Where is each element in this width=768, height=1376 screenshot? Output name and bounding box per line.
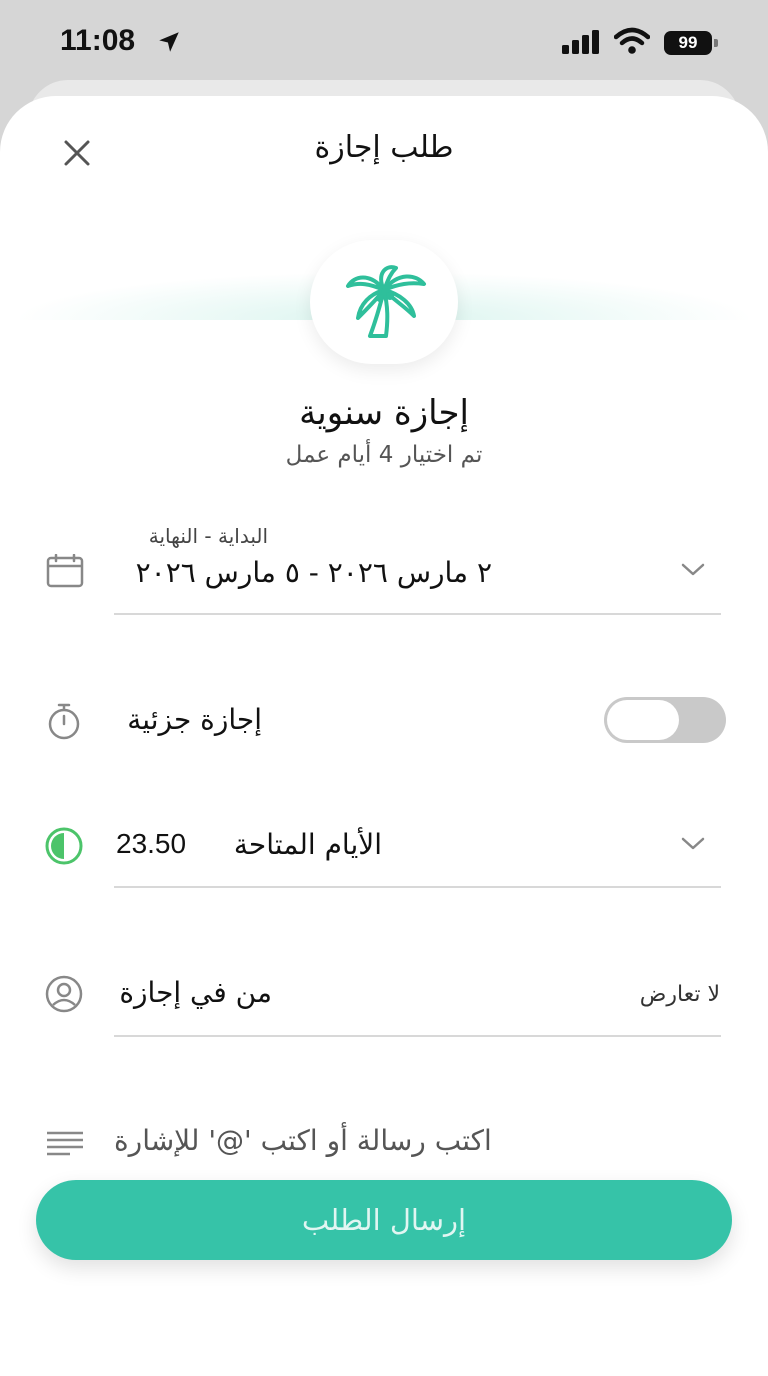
divider bbox=[114, 1035, 721, 1037]
status-bar: 11:08 99 bbox=[0, 0, 768, 84]
date-range-label: البداية - النهاية bbox=[148, 524, 268, 548]
battery-indicator: 99 bbox=[664, 31, 720, 57]
page-title: طلب إجازة bbox=[314, 130, 454, 165]
available-days-value: 23.50 bbox=[116, 828, 187, 859]
message-input[interactable]: اكتب رسالة أو اكتب '@' للإشارة bbox=[114, 1124, 492, 1157]
status-time: 11:08 bbox=[60, 24, 136, 57]
partial-leave-label: إجازة جزئية bbox=[127, 703, 262, 736]
battery-level: 99 bbox=[664, 31, 712, 55]
calendar-icon bbox=[46, 554, 84, 588]
divider bbox=[114, 613, 721, 615]
chevron-down-icon[interactable] bbox=[680, 836, 706, 852]
who-on-leave-label[interactable]: من في إجازة bbox=[119, 976, 272, 1009]
partial-leave-toggle[interactable] bbox=[604, 697, 726, 743]
stopwatch-icon bbox=[48, 703, 80, 740]
leave-type-title: إجازة سنوية bbox=[299, 393, 469, 433]
available-days-label: الأيام المتاحة bbox=[233, 828, 382, 861]
text-lines-icon bbox=[47, 1131, 83, 1156]
toggle-knob bbox=[607, 700, 679, 740]
date-range-value[interactable]: ٢ مارس ٢٠٢٦ - ٥ مارس ٢٠٢٦ bbox=[136, 556, 492, 589]
selected-days-text: تم اختيار 4 أيام عمل bbox=[285, 442, 483, 468]
palm-tree-icon bbox=[346, 265, 426, 338]
divider bbox=[114, 886, 721, 888]
chevron-down-icon[interactable] bbox=[680, 562, 706, 578]
available-days-pie-icon bbox=[45, 827, 83, 865]
cellular-signal-icon bbox=[562, 30, 599, 54]
submit-request-button[interactable]: إرسال الطلب bbox=[36, 1180, 732, 1260]
wifi-icon bbox=[614, 27, 650, 54]
conflict-status: لا تعارض bbox=[639, 982, 720, 1007]
user-circle-icon bbox=[45, 975, 83, 1013]
battery-tip bbox=[714, 39, 718, 47]
location-arrow-icon bbox=[159, 32, 179, 52]
